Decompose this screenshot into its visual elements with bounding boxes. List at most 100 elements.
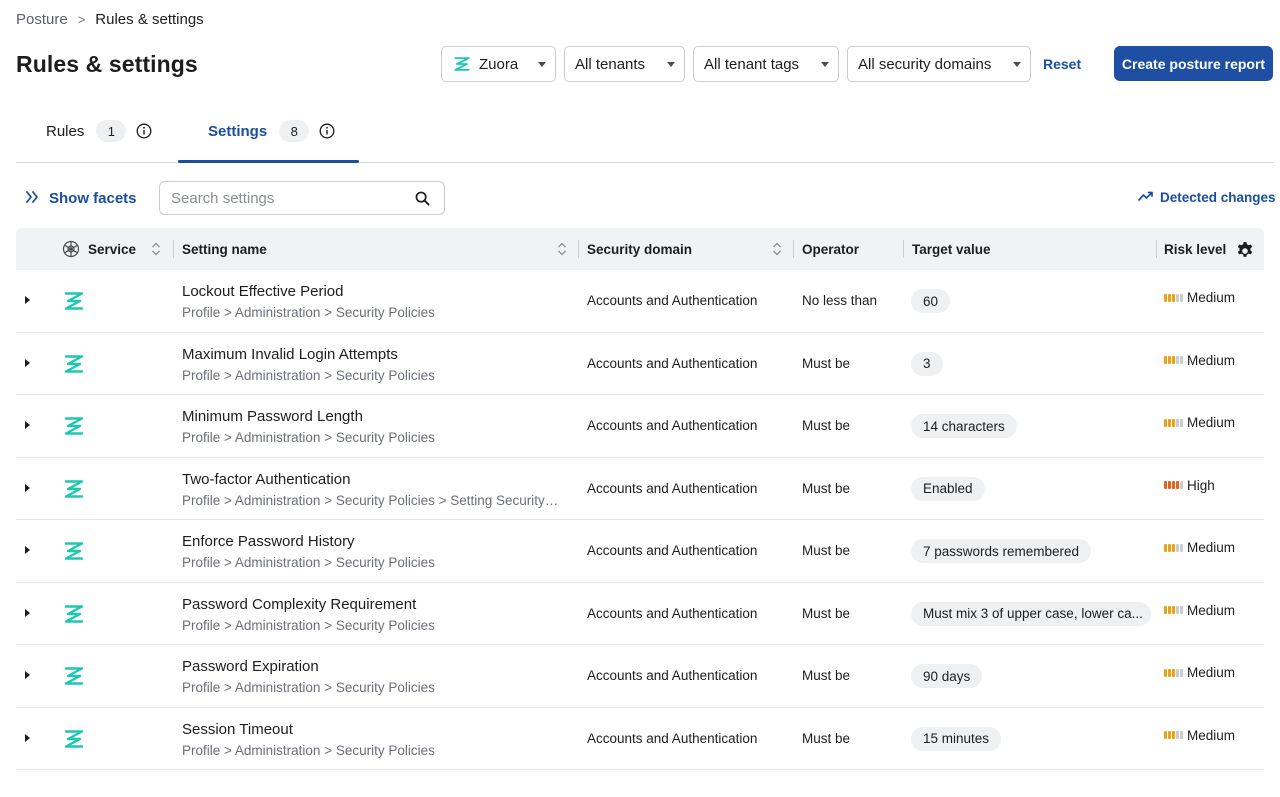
column-header-service[interactable]: Service bbox=[88, 228, 136, 270]
vendor-select[interactable]: Zuora bbox=[441, 46, 556, 82]
info-icon[interactable] bbox=[319, 123, 335, 139]
detected-changes-label: Detected changes bbox=[1160, 190, 1276, 205]
table-body: Lockout Effective Period Profile > Admini… bbox=[16, 270, 1264, 770]
setting-name[interactable]: Minimum Password Length bbox=[182, 408, 363, 425]
tab-bar: Rules 1 Settings 8 bbox=[16, 108, 1274, 163]
tenants-select[interactable]: All tenants bbox=[564, 46, 685, 82]
table-row[interactable]: Maximum Invalid Login Attempts Profile > … bbox=[16, 333, 1264, 395]
risk-level-label: High bbox=[1187, 477, 1215, 493]
risk-bar bbox=[1172, 356, 1175, 364]
expand-row-caret-icon[interactable] bbox=[25, 358, 30, 367]
settings-table: Service Setting name Security domain Ope… bbox=[16, 228, 1264, 770]
security-domains-select[interactable]: All security domains bbox=[847, 46, 1031, 82]
expand-row-caret-icon[interactable] bbox=[25, 671, 30, 679]
active-tab-indicator bbox=[178, 160, 359, 163]
page-title: Rules & settings bbox=[16, 51, 198, 77]
expand-row-caret-icon[interactable] bbox=[25, 483, 30, 492]
column-header-setting-name[interactable]: Setting name bbox=[182, 228, 267, 270]
chevron-down-icon bbox=[538, 62, 546, 67]
breadcrumb-posture-link[interactable]: Posture bbox=[16, 11, 68, 28]
table-row[interactable]: Lockout Effective Period Profile > Admini… bbox=[16, 270, 1264, 333]
risk-bar bbox=[1164, 731, 1167, 739]
risk-bar bbox=[1168, 731, 1171, 739]
sort-icon[interactable] bbox=[557, 241, 567, 257]
table-row[interactable]: Session Timeout Profile > Administration … bbox=[16, 708, 1264, 770]
operator-cell: Must be bbox=[802, 730, 851, 746]
tab-settings[interactable]: Settings 8 bbox=[208, 120, 335, 142]
risk-level: Medium bbox=[1164, 353, 1235, 368]
operator-cell: Must be bbox=[802, 418, 851, 433]
zuora-logo-icon bbox=[62, 477, 86, 501]
table-row[interactable]: Minimum Password Length Profile > Adminis… bbox=[16, 395, 1264, 458]
table-row[interactable]: Password Complexity Requirement Profile >… bbox=[16, 583, 1264, 645]
setting-name[interactable]: Two-factor Authentication bbox=[182, 471, 350, 488]
breadcrumb-current: Rules & settings bbox=[95, 11, 204, 28]
column-header-operator[interactable]: Operator bbox=[802, 228, 859, 270]
tab-rules-count: 1 bbox=[96, 120, 127, 142]
risk-bar bbox=[1172, 418, 1175, 427]
tab-settings-label: Settings bbox=[208, 122, 268, 140]
tenant-tags-select[interactable]: All tenant tags bbox=[693, 46, 839, 82]
gear-icon[interactable] bbox=[1235, 241, 1255, 261]
risk-bar bbox=[1168, 418, 1171, 427]
security-domain-cell: Accounts and Authentication bbox=[587, 293, 758, 308]
risk-level-bars-icon bbox=[1164, 543, 1183, 552]
risk-level-label: Medium bbox=[1187, 665, 1236, 680]
expand-row-caret-icon[interactable] bbox=[25, 296, 30, 304]
sort-icon[interactable] bbox=[772, 241, 782, 257]
zuora-logo-icon bbox=[62, 289, 86, 313]
chevron-down-icon bbox=[1013, 62, 1021, 67]
risk-level-label: Medium bbox=[1187, 727, 1236, 743]
setting-name[interactable]: Enforce Password History bbox=[182, 533, 355, 550]
risk-level: Medium bbox=[1164, 728, 1235, 743]
security-domain-cell: Accounts and Authentication bbox=[587, 418, 758, 433]
risk-level-bars-icon bbox=[1164, 606, 1183, 614]
risk-level: High bbox=[1164, 478, 1215, 493]
risk-bar bbox=[1180, 543, 1183, 552]
service-header-icon bbox=[61, 228, 81, 270]
table-row[interactable]: Password Expiration Profile > Administrat… bbox=[16, 645, 1264, 708]
column-header-risk-level[interactable]: Risk level bbox=[1164, 228, 1226, 270]
expand-row-caret-icon[interactable] bbox=[25, 546, 30, 554]
sort-icon[interactable] bbox=[151, 241, 161, 257]
search-icon[interactable] bbox=[415, 191, 430, 206]
target-value-pill: 7 passwords remembered bbox=[911, 539, 1092, 563]
risk-bar bbox=[1164, 356, 1167, 364]
detected-changes-link[interactable]: Detected changes bbox=[1138, 190, 1276, 205]
show-facets-button[interactable]: Show facets bbox=[25, 190, 137, 207]
breadcrumb: Posture > Rules & settings bbox=[16, 11, 204, 28]
setting-name[interactable]: Password Expiration bbox=[182, 658, 319, 675]
column-header-security-domain[interactable]: Security domain bbox=[587, 228, 692, 270]
risk-bar bbox=[1180, 668, 1183, 677]
setting-path: Profile > Administration > Security Poli… bbox=[182, 305, 435, 320]
tab-rules-label: Rules bbox=[46, 122, 85, 140]
expand-row-caret-icon[interactable] bbox=[25, 733, 30, 742]
expand-row-caret-icon[interactable] bbox=[25, 608, 30, 617]
zuora-logo-icon bbox=[62, 352, 86, 376]
risk-bar bbox=[1176, 731, 1179, 739]
table-row[interactable]: Two-factor Authentication Profile > Admin… bbox=[16, 458, 1264, 520]
column-header-target-value[interactable]: Target value bbox=[912, 228, 991, 270]
table-row[interactable]: Enforce Password History Profile > Admini… bbox=[16, 520, 1264, 583]
setting-name[interactable]: Session Timeout bbox=[182, 721, 293, 738]
risk-bar bbox=[1180, 481, 1183, 489]
target-value-pill: 60 bbox=[911, 289, 951, 313]
risk-bar bbox=[1180, 293, 1183, 302]
operator-cell: Must be bbox=[802, 543, 851, 558]
reset-filters-link[interactable]: Reset bbox=[1043, 56, 1081, 72]
search-input[interactable] bbox=[160, 182, 400, 214]
operator-cell: Must be bbox=[802, 605, 851, 621]
risk-bar bbox=[1164, 543, 1167, 552]
create-posture-report-button[interactable]: Create posture report bbox=[1114, 46, 1273, 81]
risk-level: Medium bbox=[1164, 540, 1235, 555]
expand-row-caret-icon[interactable] bbox=[25, 421, 30, 429]
tab-rules[interactable]: Rules 1 bbox=[46, 120, 152, 142]
info-icon[interactable] bbox=[136, 123, 152, 139]
setting-name[interactable]: Maximum Invalid Login Attempts bbox=[182, 346, 398, 363]
risk-level-bars-icon bbox=[1164, 668, 1183, 677]
risk-level: Medium bbox=[1164, 415, 1235, 430]
setting-name[interactable]: Lockout Effective Period bbox=[182, 283, 343, 300]
setting-name[interactable]: Password Complexity Requirement bbox=[182, 596, 416, 613]
risk-bar bbox=[1168, 356, 1171, 364]
risk-bar bbox=[1164, 606, 1167, 614]
